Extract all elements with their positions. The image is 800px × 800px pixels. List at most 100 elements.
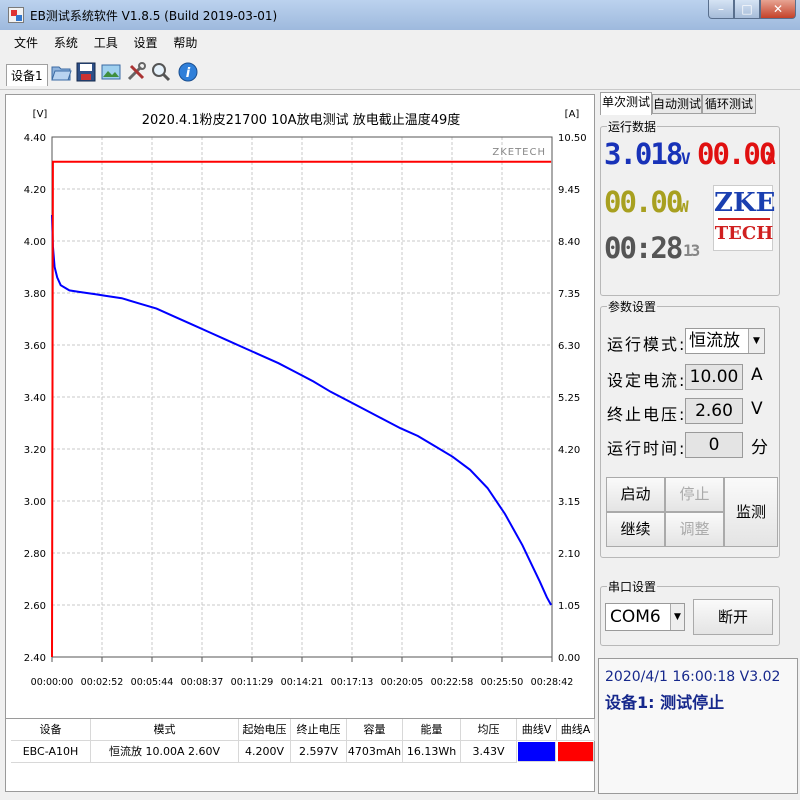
voltage-display: 3.018 [604,137,683,171]
chevron-down-icon[interactable]: ▼ [748,329,764,353]
power-display: 00.00 [604,185,683,219]
th-capacity: 容量 [347,719,403,741]
run-time-input[interactable]: 0 [685,432,743,458]
menu-file[interactable]: 文件 [14,30,38,51]
run-data-title: 运行数据 [607,118,658,135]
window-title: EB测试系统软件 V1.8.5 (Build 2019-03-01) [30,9,278,23]
power-unit: W [679,197,689,216]
elapsed-time-display: 00:28 [604,231,683,265]
td-avg-voltage: 3.43V [461,741,517,763]
menu-tools[interactable]: 工具 [94,30,118,51]
voltage-unit: V [681,149,691,168]
x-tick-label: 00:08:37 [181,677,224,688]
curve-v-color-swatch[interactable] [518,742,556,762]
search-icon[interactable] [150,61,172,83]
x-tick-label: 00:28:42 [531,677,574,688]
x-tick-label: 00:05:44 [131,677,174,688]
title-bar[interactable]: EB测试系统软件 V1.8.5 (Build 2019-03-01) – □ ✕ [0,0,800,30]
td-capacity: 4703mAh [347,741,403,763]
logo-tech-text: TECH [714,223,774,244]
chart-watermark: ZKETECH [492,147,546,158]
y-left-tick-label: 4.40 [24,133,46,144]
th-mode: 模式 [91,719,239,741]
tab-cycle-test[interactable]: 循环测试 [702,94,756,114]
y-right-tick-label: 4.20 [558,445,580,456]
picture-icon[interactable] [100,61,122,83]
open-folder-icon[interactable] [50,61,72,83]
y-left-tick-label: 2.80 [24,549,46,560]
stop-button[interactable]: 停止 [665,477,724,512]
th-end-voltage: 终止电压 [291,719,347,741]
x-tick-label: 00:02:52 [81,677,124,688]
tab-auto-test[interactable]: 自动测试 [652,94,702,114]
td-start-voltage: 4.200V [239,741,291,763]
mode-select-value: 恒流放 [689,331,740,351]
th-start-voltage: 起始电压 [239,719,291,741]
close-button[interactable]: ✕ [760,0,796,19]
y-left-tick-label: 2.40 [24,653,46,664]
y-left-tick-label: 3.00 [24,497,46,508]
x-tick-label: 00:11:29 [231,677,274,688]
y-right-tick-label: 5.25 [558,393,580,404]
y-left-tick-label: 3.80 [24,289,46,300]
minimize-button[interactable]: – [708,0,734,19]
status-panel: 2020/4/1 16:00:18 V3.02 设备1: 测试停止 [598,658,798,794]
monitor-button[interactable]: 监测 [724,477,778,547]
menu-settings[interactable]: 设置 [134,30,158,51]
y-right-tick-label: 3.15 [558,497,580,508]
app-window: EB测试系统软件 V1.8.5 (Build 2019-03-01) – □ ✕… [0,0,800,800]
cutoff-voltage-input[interactable]: 2.60 [685,398,743,424]
current-unit: A [766,149,776,168]
run-data-group: 运行数据 3.018 V 00.00 A 00.00 W 00:28 13 ZK… [600,118,780,296]
menu-help[interactable]: 帮助 [173,30,197,51]
logo-zke-text: ZKE [714,188,776,218]
chart-title: 2020.4.1粉皮21700 10A放电测试 放电截止温度49度 [142,112,461,128]
mode-select[interactable]: 恒流放 ▼ [685,328,765,354]
y-left-tick-label: 4.20 [24,185,46,196]
voltage-current-chart: 2020.4.1粉皮21700 10A放电测试 放电截止温度49度 [V] [A… [24,109,587,688]
summary-table: 设备 模式 起始电压 终止电压 容量 能量 均压 曲线V 曲线A EBC-A10… [5,718,595,792]
adjust-button[interactable]: 调整 [665,512,724,547]
tools-icon[interactable] [125,61,147,83]
th-energy: 能量 [403,719,461,741]
y-right-tick-label: 6.30 [558,341,580,352]
menu-bar: 文件 系统 工具 设置 帮助 [0,30,800,54]
run-time-label: 运行时间: [607,439,687,458]
menu-system[interactable]: 系统 [54,30,78,51]
y-left-tick-label: 2.60 [24,601,46,612]
control-panel: 单次测试 自动测试 循环测试 运行数据 3.018 V 00.00 A 00.0… [598,90,800,800]
maximize-button[interactable]: □ [734,0,760,19]
chevron-down-icon[interactable]: ▼ [670,604,684,630]
y-left-tick-label: 4.00 [24,237,46,248]
curve-a-color-swatch[interactable] [558,742,594,762]
y-right-tick-label: 7.35 [558,289,580,300]
info-icon[interactable]: i [177,61,199,83]
set-current-input[interactable]: 10.00 [685,364,743,390]
start-button[interactable]: 启动 [606,477,665,512]
save-disk-icon[interactable] [75,61,97,83]
y-right-tick-label: 9.45 [558,185,580,196]
app-icon [8,7,24,23]
status-timestamp: 2020/4/1 16:00:18 V3.02 [605,669,781,685]
param-title: 参数设置 [607,298,658,315]
zketech-logo: ZKE TECH [713,185,776,251]
mode-label: 运行模式: [607,335,687,354]
logo-divider [718,218,770,220]
device-tab[interactable]: 设备1 [6,64,48,86]
cutoff-voltage-label: 终止电压: [607,405,687,424]
td-energy: 16.13Wh [403,741,461,763]
td-device: EBC-A10H [11,741,91,763]
continue-button[interactable]: 继续 [606,512,665,547]
th-curve-v: 曲线V [517,719,557,741]
main-content: 2020.4.1粉皮21700 10A放电测试 放电截止温度49度 [V] [A… [0,90,800,800]
td-mode: 恒流放 10.00A 2.60V [91,741,239,763]
y-right-tick-label: 1.05 [558,601,580,612]
disconnect-button[interactable]: 断开 [693,599,773,635]
th-device: 设备 [11,719,91,741]
serial-title: 串口设置 [607,578,658,595]
com-port-select[interactable]: COM6 ▼ [605,603,685,631]
y-right-tick-label: 10.50 [558,133,587,144]
tab-single-test[interactable]: 单次测试 [600,92,652,115]
left-axis-unit: [V] [33,109,48,120]
run-time-unit: 分 [751,438,768,458]
